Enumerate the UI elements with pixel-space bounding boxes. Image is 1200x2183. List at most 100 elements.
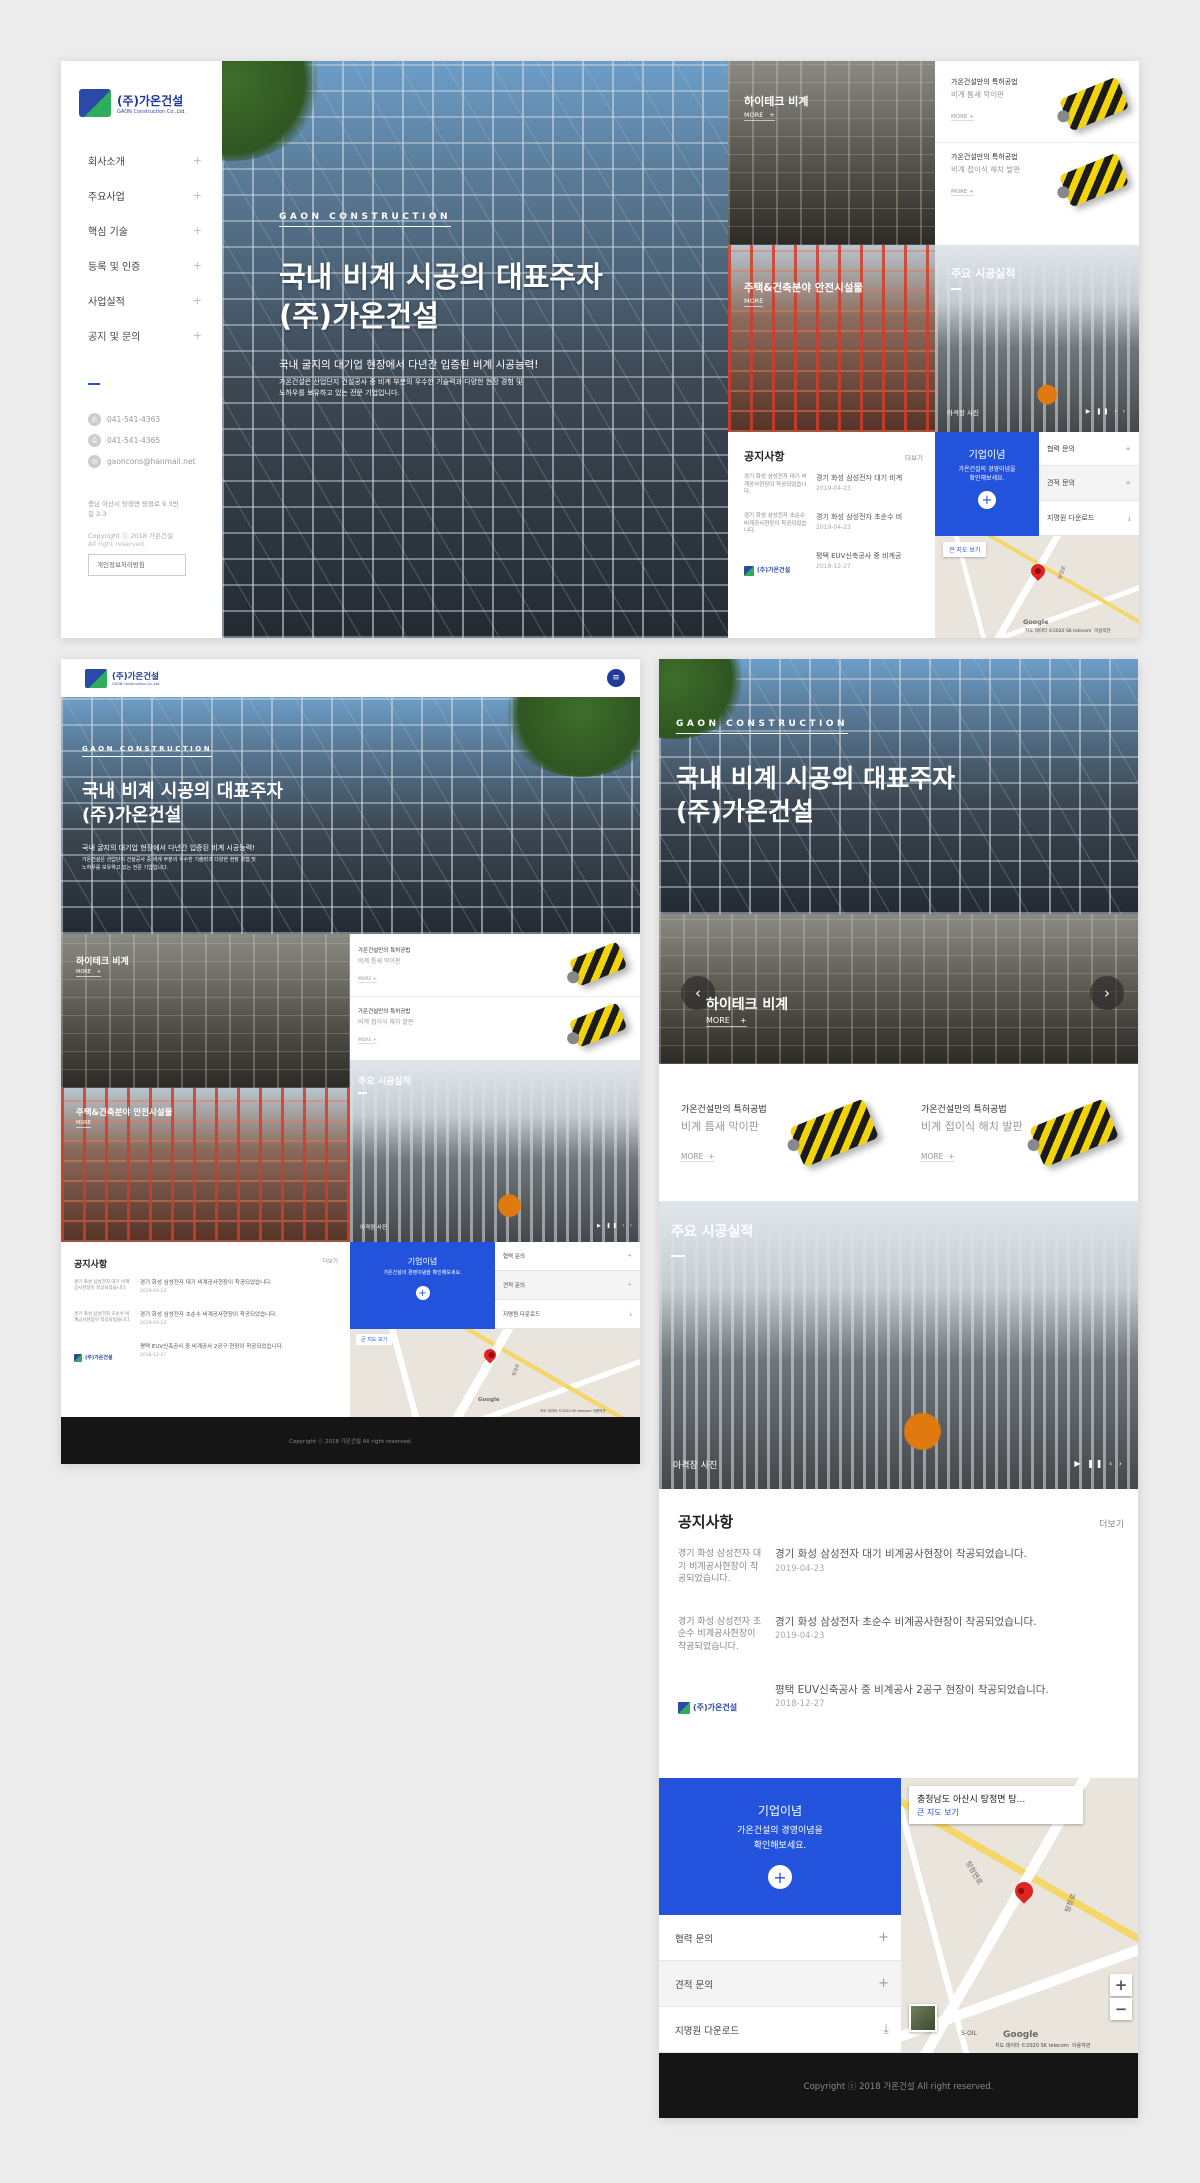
logo-mark-icon — [744, 566, 754, 577]
logo[interactable]: (주)가온건설 GAON Construction Co.,Ltd. — [79, 89, 202, 117]
sidebar: (주)가온건설 GAON Construction Co.,Ltd. 회사소개 +… — [61, 61, 222, 638]
service-list: 협력 문의 + 견적 문의 + 지명원 다운로드 ⤓ — [659, 1915, 901, 2053]
menu-item-company[interactable]: 회사소개 + — [88, 143, 202, 178]
hitech-slide[interactable]: ‹ › 하이테크 비계 MORE + — [659, 914, 1138, 1064]
patent-product-icon — [568, 941, 628, 987]
plus-icon[interactable]: + — [415, 1286, 430, 1300]
notice-item[interactable]: (주)가온건설 평택 EUV신축공사 중 비계공사 2공구 현장이 착공되었습니… — [678, 1684, 1124, 1714]
notice-item[interactable]: (주)가온건설 평택 EUV신축공사 중 비계공 2018-12-27 — [744, 552, 923, 577]
notice-item[interactable]: 경기 화성 삼성전자 초순수 비계공사현장이 착공되었습니다. 경기 화성 삼성… — [744, 513, 923, 536]
satellite-toggle[interactable] — [909, 2004, 937, 2032]
safety-more-link[interactable]: MORE — [744, 297, 764, 307]
hamburger-menu-icon[interactable]: ≡ — [607, 669, 625, 687]
map-pin-icon — [481, 1346, 499, 1364]
slider-next-button[interactable]: › — [1090, 976, 1124, 1010]
patent-card[interactable]: 가온건설만의 특허공법 비계 접이식 해치 발판 MORE + — [899, 1064, 1138, 1201]
service-item-partnership[interactable]: 협력 문의 + — [659, 1915, 901, 1961]
plus-icon: + — [192, 224, 202, 237]
patent-card[interactable]: 가온건설만의 특허공법 비계 틈새 막이판 MORE + — [350, 934, 640, 997]
patent-card[interactable]: 가온건설만의 특허공법 비계 접이식 해치 발판 MORE + — [350, 997, 640, 1060]
plus-icon[interactable]: + — [768, 1865, 792, 1889]
menu-item-notice[interactable]: 공지 및 문의 + — [88, 318, 202, 353]
patent-more-link[interactable]: MORE + — [921, 1152, 955, 1162]
hero-title: 국내 비계 시공의 대표주자 (주)가온건설 — [82, 781, 283, 827]
menu-item-business[interactable]: 주요사업 + — [88, 178, 202, 213]
menu-item-technology[interactable]: 핵심 기술 + — [88, 213, 202, 248]
ideology-box[interactable]: 기업이념 가온건설의 경영이념을 확인해보세요. + — [350, 1242, 495, 1329]
service-list: 협력 문의 + 견적 문의 + 지명원 다운로드 ⤓ — [495, 1242, 640, 1329]
zoom-out-button[interactable]: − — [1110, 1998, 1132, 2020]
notice-item[interactable]: 경기 화성 삼성전자 대기 비계공사현장이 착공되었습니다. 경기 화성 삼성전… — [744, 474, 923, 497]
service-item-download[interactable]: 지명원 다운로드 ⤓ — [495, 1300, 640, 1329]
phone-icon: ✆ — [88, 413, 101, 426]
notice-thumb: 경기 화성 삼성전자 초순수 비계공사현장이 착공되었습니다. — [744, 513, 807, 535]
patent-more-link[interactable]: MORE + — [951, 189, 974, 196]
slider-controls[interactable]: ▶ ❚❚ ‹ › — [1074, 1459, 1124, 1468]
map[interactable]: 충청남도 아산시 탕정면 탕... 큰 지도 보기 탕정면로 탕정로 S-OIL… — [901, 1778, 1138, 2053]
patent-more-link[interactable]: MORE + — [358, 977, 377, 983]
map-link[interactable]: 큰 지도 보기 — [943, 542, 987, 557]
contact-phone[interactable]: ✆ 041-541-4363 — [88, 409, 202, 430]
menu-item-performance[interactable]: 사업실적 + — [88, 283, 202, 318]
rights: All right reserved. — [88, 539, 147, 548]
notice-logo: (주)가온건설 — [744, 566, 790, 577]
gas-station-label: S-OIL — [961, 2030, 977, 2037]
patent-more-link[interactable]: MORE + — [951, 114, 974, 121]
notice-more-link[interactable]: 더보기 — [323, 1257, 338, 1270]
safety-more-link[interactable]: MORE — [76, 1120, 91, 1128]
map-link[interactable]: 큰 지도 보기 — [356, 1334, 393, 1345]
logo-name: (주)가온건설 — [117, 93, 184, 108]
notice-item[interactable]: 경기 화성 삼성전자 초순수 비계공사현장이 착공되었습니다. 경기 화성 삼성… — [74, 1312, 338, 1326]
slider-controls[interactable]: ▶ ❚❚ ‹ › — [597, 1223, 634, 1229]
works-divider — [358, 1092, 367, 1094]
hitech-more-link[interactable]: MORE + — [76, 969, 102, 977]
ideology-box[interactable]: 기업이념 가온건설의 경영이념을 확인해보세요. + — [935, 432, 1039, 536]
map[interactable]: 큰 지도 보기 탕정로 Google 지도 데이터 ©2020 SK telec… — [935, 536, 1139, 638]
service-item-partnership[interactable]: 협력 문의 + — [495, 1242, 640, 1271]
hitech-tile[interactable]: 하이테크 비계 MORE + — [728, 61, 935, 245]
safety-tile[interactable]: 주택&건축분야 안전시설물 MORE — [728, 245, 935, 432]
service-item-download[interactable]: 지명원 다운로드 ⤓ — [659, 2007, 901, 2053]
notice-item[interactable]: 경기 화성 삼성전자 초순수 비계공사현장이 착공되었습니다. 경기 화성 삼성… — [678, 1616, 1124, 1654]
patent-card[interactable]: 가온건설만의 특허공법 비계 틈새 막이판 MORE + — [659, 1064, 899, 1201]
plus-icon: + — [627, 1253, 632, 1259]
hitech-more-link[interactable]: MORE + — [744, 111, 775, 121]
patent-more-link[interactable]: MORE + — [681, 1152, 715, 1162]
plus-icon: + — [192, 294, 202, 307]
slider-controls[interactable]: ▶ ❚❚ ‹ › — [1086, 408, 1127, 415]
footer: Copyright ⓒ 2018 가온건설 All right reserved… — [659, 2053, 1138, 2118]
notice-more-link[interactable]: 더보기 — [905, 452, 923, 462]
map[interactable]: 큰 지도 보기 탕정로 Google 지도 데이터 ©2020 SK telec… — [350, 1329, 640, 1417]
privacy-button[interactable]: 개인정보처리방침 — [88, 553, 186, 576]
service-item-estimate[interactable]: 견적 문의 + — [1039, 466, 1139, 501]
plus-icon[interactable]: + — [978, 491, 996, 509]
ideology-box[interactable]: 기업이념 가온건설의 경영이념을 확인해보세요. + — [659, 1778, 901, 1915]
notice-item[interactable]: 경기 화성 삼성전자 대기 비계공사현장이 착공되었습니다. 경기 화성 삼성전… — [678, 1548, 1124, 1586]
mobile-frame: GAON CONSTRUCTION 국내 비계 시공의 대표주자 (주)가온건설… — [659, 659, 1138, 2118]
safety-tile[interactable]: 주택&건축분야 안전시설물 MORE — [61, 1088, 350, 1242]
zoom-in-button[interactable]: + — [1110, 1974, 1132, 1996]
notice-item[interactable]: (주)가온건설 평택 EUV신축공사 중 비계공사 2공구 현장이 착공되었습니… — [74, 1344, 338, 1363]
hitech-more-link[interactable]: MORE + — [706, 1016, 747, 1027]
notice-more-link[interactable]: 더보기 — [1099, 1517, 1124, 1530]
works-tile[interactable]: 주요 시공실적 아격장 사진 ▶ ❚❚ ‹ › — [659, 1201, 1138, 1489]
works-tile[interactable]: 주요 시공실적 아격장 사진 ▶ ❚❚ ‹ › — [350, 1060, 640, 1242]
menu-item-certification[interactable]: 등록 및 인증 + — [88, 248, 202, 283]
patent-more-link[interactable]: MORE + — [358, 1038, 377, 1044]
works-tile[interactable]: 주요 시공실적 아격장 사진 ▶ ❚❚ ‹ › — [935, 245, 1139, 432]
patent-product-icon — [1058, 76, 1130, 132]
service-item-partnership[interactable]: 협력 문의 + — [1039, 432, 1139, 466]
works-divider — [671, 1255, 685, 1257]
service-item-estimate[interactable]: 견적 문의 + — [659, 1961, 901, 2007]
patent-card[interactable]: 가온건설만의 특허공법 비계 틈새 막이판 MORE + — [935, 61, 1139, 143]
contact-email[interactable]: ✉ gaoncons@hanmail.net — [88, 451, 202, 472]
map-link[interactable]: 큰 지도 보기 — [917, 1807, 1075, 1818]
notice-item[interactable]: 경기 화성 삼성전자 대기 비계공사현장이 착공되었습니다. 경기 화성 삼성전… — [74, 1280, 338, 1294]
logo-mark-icon — [85, 668, 107, 688]
logo[interactable]: (주)가온건설 GAON Construction Co.,Ltd. — [85, 668, 160, 688]
patent-card[interactable]: 가온건설만의 특허공법 비계 접이식 해치 발판 MORE + — [935, 143, 1139, 245]
service-item-estimate[interactable]: 견적 문의 + — [495, 1271, 640, 1300]
service-item-download[interactable]: 지명원 다운로드 ⤓ — [1039, 501, 1139, 536]
logo-mark-icon — [74, 1354, 82, 1363]
hitech-tile[interactable]: 하이테크 비계 MORE + — [61, 934, 350, 1088]
